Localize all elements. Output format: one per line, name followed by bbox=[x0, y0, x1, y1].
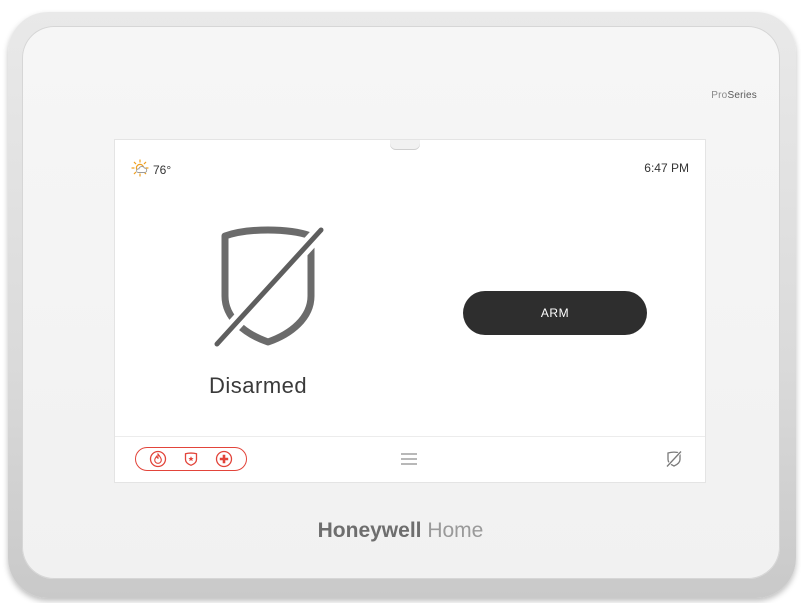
disarmed-shield-icon bbox=[203, 218, 333, 358]
clock-time: 6:47 PM bbox=[644, 161, 689, 175]
model-label: ProSeries bbox=[711, 90, 757, 101]
temperature-text: 76° bbox=[153, 162, 172, 177]
fire-icon bbox=[150, 450, 167, 468]
arm-button-label: ARM bbox=[540, 306, 570, 320]
disarmed-status-button[interactable] bbox=[663, 448, 685, 470]
brand-name-light: Home bbox=[421, 519, 484, 542]
menu-button[interactable] bbox=[398, 449, 420, 469]
sun-cloud-icon bbox=[131, 159, 149, 180]
police-shield-icon bbox=[184, 452, 198, 466]
disarmed-small-icon bbox=[665, 449, 683, 469]
model-prefix: Pro bbox=[711, 90, 728, 101]
hamburger-menu-icon bbox=[401, 453, 417, 465]
arm-button[interactable]: ARM bbox=[463, 291, 647, 335]
arm-status-label: Disarmed bbox=[209, 373, 308, 398]
medical-button[interactable] bbox=[213, 448, 235, 470]
camera-notch bbox=[390, 140, 420, 150]
brand-logo: Honeywell Home bbox=[0, 519, 801, 543]
weather-widget[interactable]: 76° bbox=[131, 159, 171, 180]
police-button[interactable] bbox=[180, 448, 202, 470]
fire-button[interactable] bbox=[147, 448, 169, 470]
model-suffix: Series bbox=[727, 90, 757, 101]
touch-screen: 76° 6:47 PM Disarmed ARM bbox=[115, 140, 705, 482]
bottom-bar bbox=[115, 436, 705, 483]
emergency-panel bbox=[135, 447, 247, 471]
medical-cross-icon bbox=[215, 450, 232, 468]
brand-name-strong: Honeywell bbox=[317, 519, 422, 542]
